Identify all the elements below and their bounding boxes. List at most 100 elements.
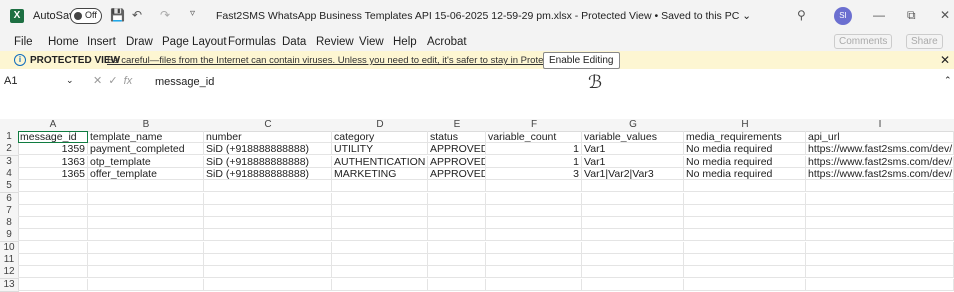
table-cell[interactable]: https://www.fast2sms.com/dev/ xyxy=(806,167,954,180)
search-icon[interactable]: ⚲ xyxy=(797,8,806,22)
comments-button[interactable]: Comments xyxy=(834,34,893,49)
table-cell[interactable]: UTILITY xyxy=(332,143,428,156)
menu-acrobat[interactable]: Acrobat xyxy=(427,36,467,48)
table-cell[interactable] xyxy=(204,278,332,291)
formula-icons[interactable]: ✕ ✓ fx xyxy=(93,74,132,87)
table-cell[interactable] xyxy=(806,204,954,217)
table-cell[interactable]: otp_template xyxy=(88,155,204,168)
table-cell[interactable] xyxy=(684,217,806,230)
table-cell[interactable]: Var1 xyxy=(582,155,684,168)
close-icon[interactable]: ✕ xyxy=(940,8,950,22)
chevron-down-icon[interactable]: ⌄ xyxy=(66,75,74,86)
menu-formulas[interactable]: Formulas xyxy=(228,36,276,48)
table-cell[interactable] xyxy=(684,278,806,291)
table-cell[interactable]: 1363 xyxy=(18,155,88,168)
menu-page-layout[interactable]: Page Layout xyxy=(162,36,227,48)
table-cell[interactable] xyxy=(18,180,88,193)
table-cell[interactable]: No media required xyxy=(684,155,806,168)
menu-home[interactable]: Home xyxy=(48,36,79,48)
table-cell[interactable] xyxy=(486,278,582,291)
table-cell[interactable] xyxy=(88,278,204,291)
table-cell[interactable] xyxy=(332,254,428,266)
menu-insert[interactable]: Insert xyxy=(87,36,116,48)
table-cell[interactable] xyxy=(582,180,684,193)
row-header[interactable]: 6 xyxy=(0,192,19,206)
table-cell[interactable]: payment_completed xyxy=(88,143,204,156)
table-cell[interactable]: APPROVED xyxy=(428,167,486,180)
table-cell[interactable] xyxy=(332,266,428,279)
table-cell[interactable] xyxy=(18,204,88,217)
row-header[interactable]: 12 xyxy=(0,266,19,280)
table-cell[interactable] xyxy=(204,180,332,193)
table-cell[interactable] xyxy=(204,229,332,242)
table-cell[interactable]: media_requirements xyxy=(684,131,806,143)
undo-icon[interactable]: ↶ xyxy=(132,8,142,22)
table-cell[interactable]: Var1|Var2|Var3 xyxy=(582,167,684,180)
table-cell[interactable] xyxy=(582,204,684,217)
table-cell[interactable] xyxy=(88,192,204,205)
table-cell[interactable] xyxy=(18,229,88,242)
table-cell[interactable]: 1365 xyxy=(18,167,88,180)
table-cell[interactable] xyxy=(806,192,954,205)
table-cell[interactable] xyxy=(582,217,684,230)
table-cell[interactable]: SiD (+918888888888) xyxy=(204,143,332,156)
table-cell[interactable]: message_id xyxy=(18,131,88,143)
row-header[interactable]: 4 xyxy=(0,167,19,181)
table-cell[interactable] xyxy=(18,278,88,291)
table-cell[interactable] xyxy=(428,254,486,266)
table-cell[interactable]: AUTHENTICATION xyxy=(332,155,428,168)
table-cell[interactable] xyxy=(332,192,428,205)
table-cell[interactable] xyxy=(486,192,582,205)
avatar[interactable]: SI xyxy=(834,7,852,25)
table-cell[interactable] xyxy=(204,204,332,217)
row-header[interactable]: 5 xyxy=(0,180,19,194)
table-cell[interactable]: APPROVED xyxy=(428,143,486,156)
table-cell[interactable]: https://www.fast2sms.com/dev/ xyxy=(806,155,954,168)
table-cell[interactable] xyxy=(806,278,954,291)
menu-data[interactable]: Data xyxy=(282,36,306,48)
table-cell[interactable] xyxy=(486,217,582,230)
formula-content[interactable]: message_id xyxy=(155,76,214,88)
table-cell[interactable] xyxy=(806,180,954,193)
collapse-icon[interactable]: ⌃ xyxy=(944,75,952,86)
table-cell[interactable]: offer_template xyxy=(88,167,204,180)
table-cell[interactable]: 1 xyxy=(486,143,582,156)
minimize-icon[interactable]: — xyxy=(873,8,885,22)
table-cell[interactable] xyxy=(684,229,806,242)
share-button[interactable]: Share xyxy=(906,34,943,49)
document-title[interactable]: Fast2SMS WhatsApp Business Templates API… xyxy=(216,10,751,22)
table-cell[interactable]: SiD (+918888888888) xyxy=(204,167,332,180)
table-cell[interactable] xyxy=(428,204,486,217)
table-cell[interactable] xyxy=(18,266,88,279)
table-cell[interactable]: variable_values xyxy=(582,131,684,143)
table-cell[interactable] xyxy=(486,266,582,279)
table-cell[interactable] xyxy=(428,266,486,279)
table-cell[interactable] xyxy=(204,254,332,266)
row-header[interactable]: 9 xyxy=(0,229,19,243)
save-icon[interactable]: 💾 xyxy=(110,8,125,22)
table-cell[interactable] xyxy=(486,180,582,193)
table-cell[interactable] xyxy=(332,278,428,291)
table-cell[interactable]: number xyxy=(204,131,332,143)
table-cell[interactable] xyxy=(88,229,204,242)
table-cell[interactable]: status xyxy=(428,131,486,143)
table-cell[interactable] xyxy=(88,241,204,254)
table-cell[interactable] xyxy=(332,204,428,217)
table-cell[interactable] xyxy=(582,278,684,291)
table-cell[interactable] xyxy=(684,254,806,266)
row-header[interactable]: 2 xyxy=(0,143,19,157)
row-header[interactable]: 1 xyxy=(0,131,19,144)
table-cell[interactable] xyxy=(88,180,204,193)
menu-help[interactable]: Help xyxy=(393,36,417,48)
menu-file[interactable]: File xyxy=(14,36,33,48)
row-header[interactable]: 13 xyxy=(0,278,19,292)
table-cell[interactable] xyxy=(486,204,582,217)
table-cell[interactable] xyxy=(204,241,332,254)
table-cell[interactable] xyxy=(582,266,684,279)
table-cell[interactable] xyxy=(428,180,486,193)
table-cell[interactable] xyxy=(18,254,88,266)
table-cell[interactable]: 1 xyxy=(486,155,582,168)
table-cell[interactable] xyxy=(806,254,954,266)
table-cell[interactable] xyxy=(88,266,204,279)
menu-view[interactable]: View xyxy=(359,36,384,48)
